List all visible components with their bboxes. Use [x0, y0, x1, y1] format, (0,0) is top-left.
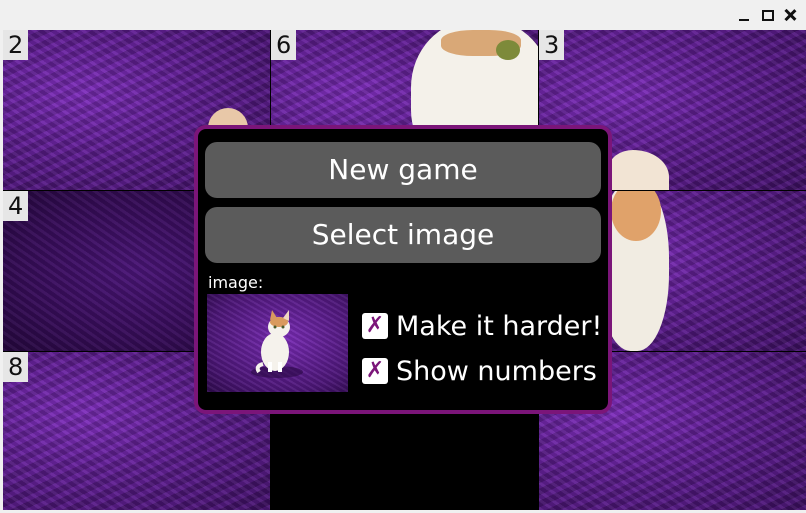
- make-harder-label: Make it harder!: [396, 310, 603, 342]
- image-label: image:: [208, 273, 264, 292]
- tile-number: 4: [3, 191, 29, 221]
- tile-number: 2: [3, 30, 29, 60]
- close-icon[interactable]: [782, 6, 798, 24]
- maximize-icon[interactable]: [760, 6, 776, 24]
- new-game-button[interactable]: New game: [205, 142, 601, 198]
- cat-fragment: [496, 40, 520, 60]
- make-harder-checkbox[interactable]: ✗: [362, 313, 388, 339]
- cat-thumbnail-image: [251, 310, 303, 378]
- tile-number: 3: [539, 30, 565, 60]
- show-numbers-label: Show numbers: [396, 355, 597, 387]
- tile-number: 8: [3, 352, 29, 382]
- minimize-icon[interactable]: [736, 6, 752, 24]
- title-bar: [0, 0, 806, 30]
- make-harder-option[interactable]: ✗ Make it harder!: [362, 309, 602, 343]
- game-menu-dialog: New game Select image image: ✗ Make it h…: [194, 125, 612, 414]
- cat-fragment: [609, 150, 669, 190]
- show-numbers-checkbox[interactable]: ✗: [362, 358, 388, 384]
- tile-number: 6: [271, 30, 297, 60]
- image-thumbnail[interactable]: [207, 294, 348, 392]
- select-image-button[interactable]: Select image: [205, 207, 601, 263]
- show-numbers-option[interactable]: ✗ Show numbers: [362, 354, 597, 388]
